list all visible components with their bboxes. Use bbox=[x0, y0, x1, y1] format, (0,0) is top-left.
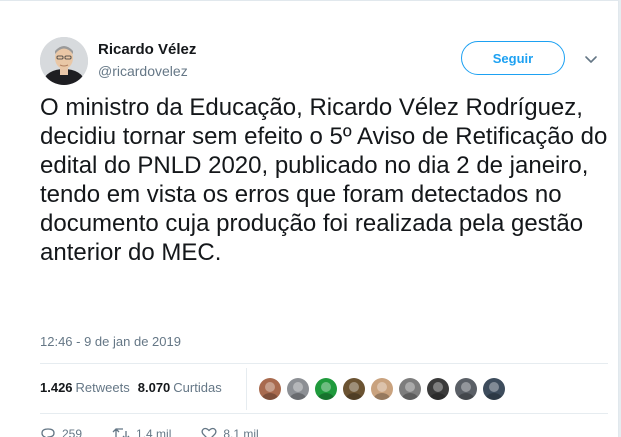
likes-count: 8.070 bbox=[137, 380, 171, 395]
liker-avatar[interactable] bbox=[426, 377, 450, 401]
author-avatar[interactable] bbox=[40, 37, 88, 85]
stats-separator bbox=[246, 368, 247, 410]
author-handle[interactable]: @ricardovelez bbox=[98, 63, 188, 79]
liker-avatar[interactable] bbox=[482, 377, 506, 401]
reply-icon bbox=[41, 428, 55, 437]
author-name[interactable]: Ricardo Vélez bbox=[98, 41, 196, 58]
like-button[interactable]: 8,1 mil bbox=[201, 426, 259, 437]
retweet-button[interactable]: 1,4 mil bbox=[112, 426, 171, 437]
liker-avatar[interactable] bbox=[342, 377, 366, 401]
liker-avatar[interactable] bbox=[286, 377, 310, 401]
retweets-count: 1.426 bbox=[40, 380, 73, 395]
chevron-down-icon[interactable] bbox=[583, 51, 599, 67]
liker-avatar[interactable] bbox=[258, 377, 282, 401]
retweets-label: Retweets bbox=[75, 380, 130, 395]
heart-icon bbox=[201, 427, 217, 437]
tweet-stats: 1.426 Retweets 8.070 Curtidas bbox=[40, 380, 222, 395]
retweets-stat[interactable]: 1.426 Retweets bbox=[40, 380, 130, 395]
liker-avatars bbox=[258, 377, 506, 401]
liker-avatar[interactable] bbox=[454, 377, 478, 401]
likes-stat[interactable]: 8.070 Curtidas bbox=[138, 380, 222, 395]
retweet-icon bbox=[112, 428, 130, 437]
liker-avatar[interactable] bbox=[370, 377, 394, 401]
tweet-text: O ministro da Educação, Ricardo Vélez Ro… bbox=[40, 94, 608, 266]
liker-avatar[interactable] bbox=[314, 377, 338, 401]
tweet-actions: 259 1,4 mil 8,1 mil bbox=[40, 426, 259, 437]
likes-label: Curtidas bbox=[173, 380, 222, 395]
tweet-timestamp[interactable]: 12:46 - 9 de jan de 2019 bbox=[40, 334, 181, 349]
liker-avatar[interactable] bbox=[398, 377, 422, 401]
follow-button[interactable]: Seguir bbox=[461, 41, 565, 75]
tweet-card: Ricardo Vélez @ricardovelez Seguir O min… bbox=[0, 0, 619, 437]
divider bbox=[40, 363, 608, 364]
divider bbox=[40, 413, 608, 414]
reply-button[interactable]: 259 bbox=[40, 426, 82, 437]
